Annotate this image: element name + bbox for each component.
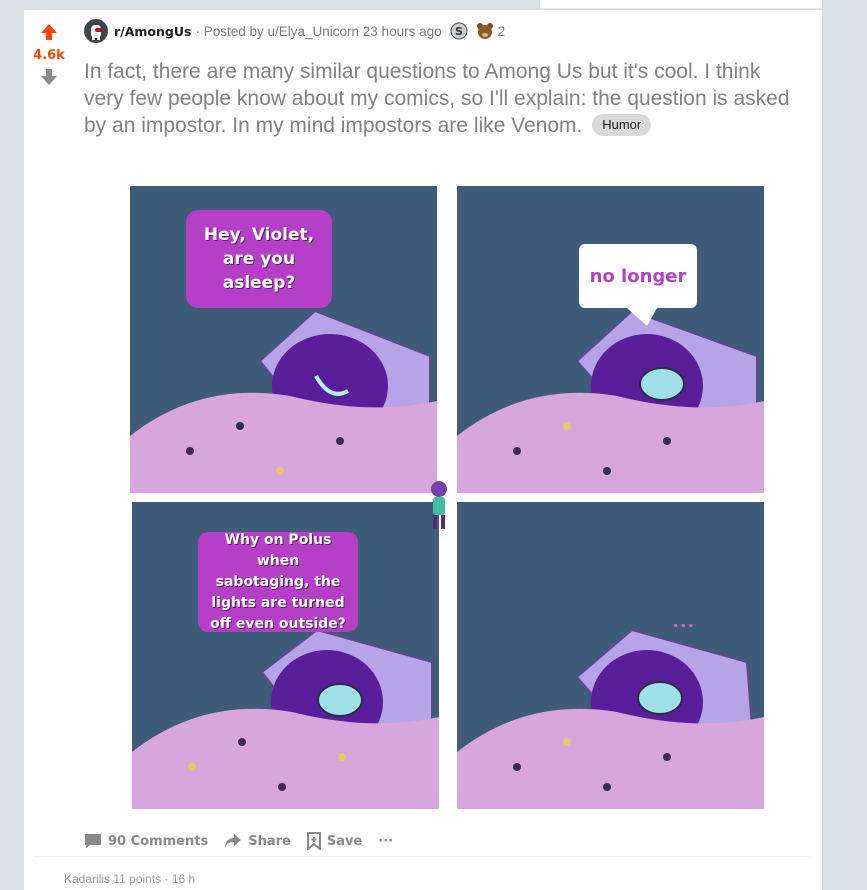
subreddit-link[interactable]: r/AmongUs <box>114 24 191 39</box>
subreddit-avatar[interactable] <box>84 19 108 43</box>
share-button[interactable]: Share <box>224 833 291 849</box>
bookmark-icon <box>306 832 321 850</box>
ellipsis-text: ... <box>673 610 696 632</box>
post-header: r/AmongUs · Posted by u/Elya_Unicorn 23 … <box>84 18 505 44</box>
bear-award-icon[interactable] <box>476 22 494 40</box>
post-title[interactable]: In fact, there are many similar question… <box>84 58 804 139</box>
svg-text:S: S <box>455 25 463 38</box>
bed-scene <box>457 308 764 493</box>
award-count: 2 <box>497 23 506 39</box>
speech-bubble: Hey, Violet, are you asleep? <box>186 210 332 308</box>
divider <box>34 856 810 857</box>
comment-preview: Kadarilis 11 points · 16 h <box>64 872 196 886</box>
vote-score: 4.6k <box>33 48 65 63</box>
more-options-icon: ··· <box>378 833 394 849</box>
silver-award-icon[interactable]: S <box>450 22 468 40</box>
save-label: Save <box>326 833 363 849</box>
artist-mascot-icon <box>419 471 451 533</box>
share-icon <box>225 834 242 848</box>
flair-badge[interactable]: Humor <box>592 114 652 136</box>
comment-icon <box>85 834 101 848</box>
comic-panel-4: ... <box>457 502 764 809</box>
comic-panel-1: Hey, Violet, are you asleep? <box>130 186 437 493</box>
speech-bubble: Why on Polus when sabotaging, the lights… <box>198 532 358 632</box>
speech-bubble: no longer <box>579 244 697 308</box>
share-label: Share <box>248 833 291 849</box>
comic-panel-2: no longer <box>457 186 764 493</box>
post-actions: 90 Comments Share Save ··· <box>84 832 409 850</box>
post-card[interactable]: 4.6k r/AmongUs · Posted by u/Elya_Unicor… <box>24 10 822 890</box>
post-title-text[interactable]: In fact, there are many similar question… <box>84 60 790 137</box>
top-strip <box>540 0 822 9</box>
downvote-icon[interactable] <box>39 67 59 87</box>
more-options-button[interactable]: ··· <box>378 834 393 849</box>
save-button[interactable]: Save <box>306 832 363 850</box>
upvote-icon[interactable] <box>39 22 59 42</box>
bed-scene <box>457 628 764 809</box>
post-meta: · Posted by u/Elya_Unicorn 23 hours ago <box>195 23 442 39</box>
comic-panel-3: Why on Polus when sabotaging, the lights… <box>132 502 439 809</box>
crewmate-icon <box>91 25 102 40</box>
comments-button[interactable]: 90 Comments <box>84 833 208 849</box>
comments-label: 90 Comments <box>108 833 209 849</box>
vote-column: 4.6k <box>24 22 74 87</box>
